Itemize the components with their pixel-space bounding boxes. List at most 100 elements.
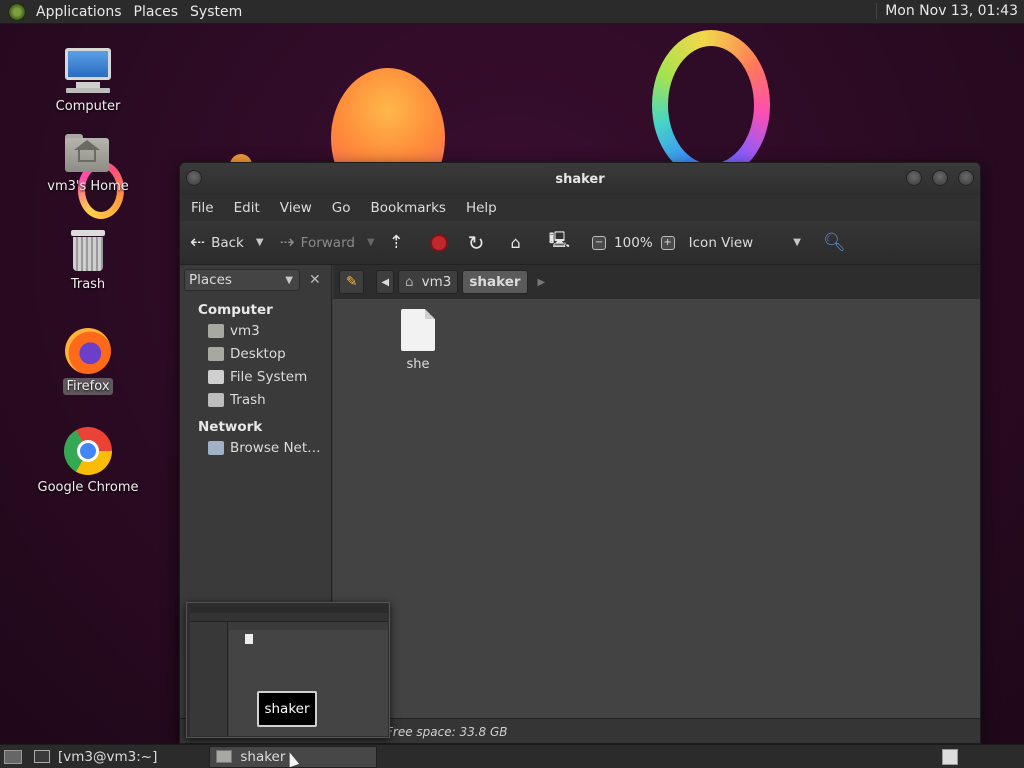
- desktop-icon-home[interactable]: vm3's Home: [33, 128, 143, 195]
- sidebar-item-label: Browse Net…: [230, 440, 321, 456]
- up-arrow-icon: ⇡: [388, 232, 404, 253]
- preview-label: shaker: [257, 691, 317, 727]
- folder-icon: [216, 750, 233, 763]
- toolbar: ⇠ Back ▼ ⇢ Forward ▼ ⇡ ↻ ⌂ 🖳 − 100% + Ic…: [180, 221, 980, 265]
- sidebar-section-computer: Computer: [198, 302, 273, 318]
- back-arrow-icon: ⇠: [190, 232, 206, 253]
- sidebar-item-label: File System: [230, 369, 308, 385]
- menu-file[interactable]: File: [180, 200, 223, 216]
- path-bar: ✎ ◀ ⌂ vm3 shaker ▶: [333, 265, 980, 299]
- path-scroll-left-button[interactable]: ◀: [376, 270, 395, 294]
- sidebar-header: Places ▼ ✕: [180, 265, 331, 295]
- sidebar-item-label: Trash: [230, 392, 266, 408]
- menu-bookmarks[interactable]: Bookmarks: [360, 200, 455, 216]
- home-folder-icon: [65, 134, 111, 174]
- desktop-icon-computer[interactable]: Computer: [33, 46, 143, 115]
- menu-system[interactable]: System: [186, 4, 250, 20]
- computer-button[interactable]: 🖳: [549, 229, 576, 256]
- network-icon: [208, 441, 224, 455]
- zoom-in-icon[interactable]: +: [660, 235, 675, 250]
- window-title: shaker: [555, 171, 605, 187]
- window-titlebar[interactable]: shaker: [180, 163, 980, 195]
- search-icon: 🔍︎: [822, 232, 846, 253]
- file-item[interactable]: she: [393, 309, 443, 372]
- menu-places[interactable]: Places: [130, 4, 187, 20]
- path-segment-shaker[interactable]: shaker: [462, 270, 528, 294]
- menu-help[interactable]: Help: [455, 200, 506, 216]
- stop-button[interactable]: [429, 233, 448, 252]
- path-scroll-right-icon[interactable]: ▶: [538, 277, 546, 288]
- home-button[interactable]: ⌂: [511, 233, 527, 252]
- sidebar-item-label: vm3: [230, 323, 260, 339]
- chevron-down-icon: ▼: [793, 237, 801, 248]
- show-desktop-icon[interactable]: [4, 749, 22, 764]
- workspace-switcher-icon[interactable]: [942, 749, 958, 765]
- close-sidebar-icon[interactable]: ✕: [309, 272, 321, 288]
- sidebar-item-vm3[interactable]: vm3: [180, 320, 331, 343]
- task-label: [vm3@vm3:~]: [58, 748, 158, 765]
- task-label: shaker: [240, 748, 286, 765]
- maximize-icon[interactable]: [932, 170, 948, 186]
- desktop-icon-label: vm3's Home: [47, 179, 129, 194]
- path-segment-label: shaker: [469, 274, 521, 290]
- desktop-icon-label: Firefox: [63, 378, 113, 395]
- sidebar-item-desktop[interactable]: Desktop: [180, 343, 331, 366]
- distro-logo-icon[interactable]: [8, 2, 26, 21]
- clock[interactable]: Mon Nov 13, 01:43: [876, 3, 1018, 19]
- sidebar-item-browse-network[interactable]: Browse Net…: [180, 437, 331, 460]
- window-menu-icon[interactable]: [186, 170, 202, 186]
- chevron-down-icon[interactable]: ▼: [256, 237, 264, 248]
- menu-applications[interactable]: Applications: [32, 4, 130, 20]
- computer-icon: [64, 46, 112, 94]
- up-button[interactable]: ⇡: [389, 232, 410, 253]
- chevron-down-icon[interactable]: ▼: [367, 237, 375, 248]
- document-icon: [401, 309, 435, 351]
- reload-button[interactable]: ↻: [468, 231, 491, 255]
- sidebar-item-trash[interactable]: Trash: [180, 389, 331, 412]
- back-button[interactable]: ⇠ Back ▼: [190, 232, 264, 253]
- chevron-down-icon: ▼: [285, 274, 293, 286]
- home-icon: ⌂: [405, 274, 414, 290]
- sidebar-section-network: Network: [198, 419, 263, 435]
- desktop-icon-firefox[interactable]: Firefox: [33, 328, 143, 395]
- desktop-icon-label: Computer: [55, 99, 121, 114]
- task-terminal[interactable]: [vm3@vm3:~]: [28, 746, 163, 768]
- trash-icon: [208, 393, 224, 407]
- trash-icon: [70, 228, 106, 272]
- stop-icon: [429, 233, 448, 252]
- path-segment-vm3[interactable]: ⌂ vm3: [398, 270, 459, 294]
- close-icon[interactable]: [958, 170, 974, 186]
- chevron-left-icon: ◀: [381, 276, 390, 288]
- forward-button[interactable]: ⇢ Forward ▼: [280, 232, 375, 253]
- desktop-icon-label: Google Chrome: [37, 480, 139, 495]
- desktop-icon-trash[interactable]: Trash: [33, 228, 143, 293]
- file-name: she: [406, 357, 430, 372]
- home-icon: ⌂: [510, 233, 521, 252]
- desktop-icon-chrome[interactable]: Google Chrome: [33, 427, 143, 496]
- view-mode-select[interactable]: Icon View ▼: [689, 235, 801, 251]
- menu-go[interactable]: Go: [321, 200, 360, 216]
- sidebar-selector-label: Places: [189, 272, 232, 288]
- menubar: File Edit View Go Bookmarks Help: [180, 195, 980, 221]
- firefox-icon: [65, 328, 111, 374]
- desktop-icon-label: Trash: [70, 277, 106, 292]
- menu-edit[interactable]: Edit: [223, 200, 269, 216]
- minimize-icon[interactable]: [906, 170, 922, 186]
- file-view[interactable]: she: [333, 299, 980, 718]
- toggle-location-entry-button[interactable]: ✎: [339, 270, 365, 294]
- view-mode-label: Icon View: [688, 234, 754, 251]
- zoom-out-icon[interactable]: −: [592, 235, 607, 250]
- zoom-control: − 100% +: [592, 235, 675, 251]
- sidebar-selector[interactable]: Places ▼: [184, 269, 300, 291]
- zoom-level: 100%: [614, 234, 653, 251]
- free-space-text: Free space: 33.8 GB: [386, 725, 508, 739]
- sidebar-item-file-system[interactable]: File System: [180, 366, 331, 389]
- search-button[interactable]: 🔍︎: [823, 232, 852, 253]
- forward-arrow-icon: ⇢: [279, 232, 295, 253]
- terminal-icon: [34, 750, 50, 763]
- chrome-icon: [64, 427, 112, 475]
- sidebar-item-label: Desktop: [230, 346, 286, 362]
- window-preview-thumbnail: shaker: [186, 602, 390, 738]
- menu-view[interactable]: View: [269, 200, 321, 216]
- desktop-folder-icon: [208, 347, 224, 361]
